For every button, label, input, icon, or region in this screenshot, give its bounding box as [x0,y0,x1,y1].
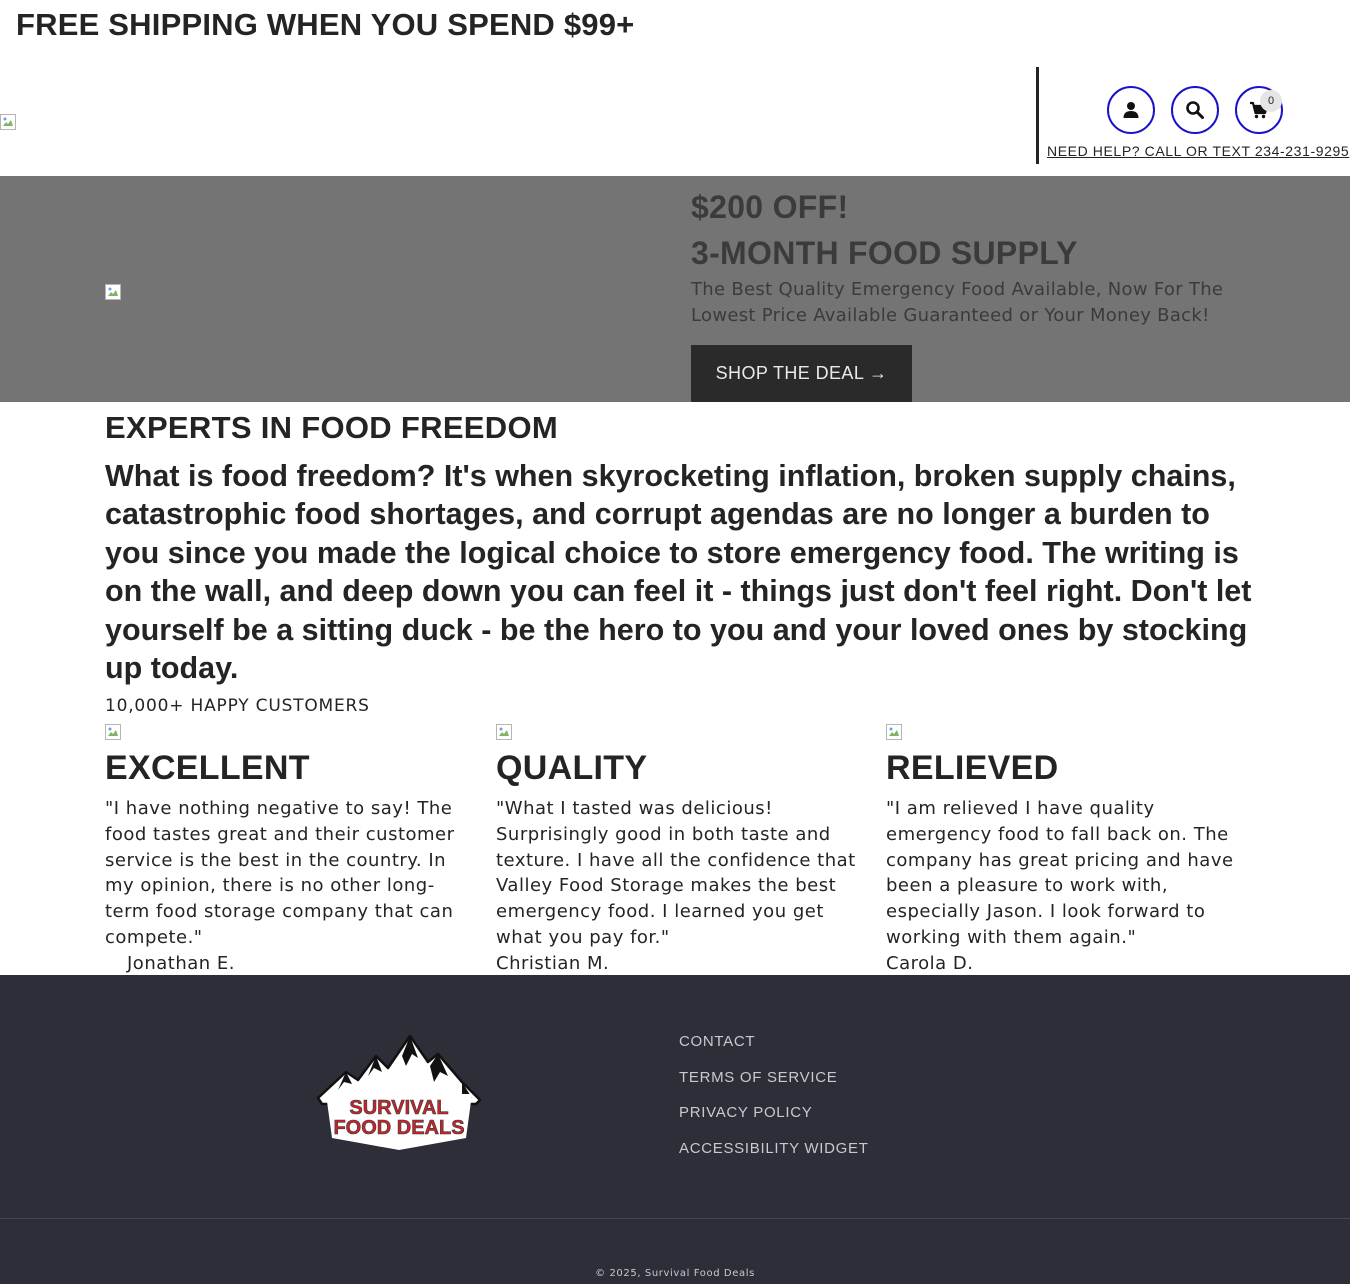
account-button[interactable] [1107,86,1155,134]
broken-logo-image-icon[interactable] [0,114,16,130]
testimonial-author: Jonathan E. [127,952,235,974]
testimonial-quote: "What I tasted was delicious! Surprising… [496,798,856,948]
survival-food-deals-logo[interactable]: SURVIVAL FOOD DEALS [316,1032,482,1152]
announcement-bar: FREE SHIPPING WHEN YOU SPEND $99+ [0,0,1350,56]
footer-link-contact[interactable]: CONTACT [679,1033,755,1050]
site-footer: SURVIVAL FOOD DEALS CONTACT TERMS OF SER… [0,975,1350,1284]
announcement-text: FREE SHIPPING WHEN YOU SPEND $99+ [16,7,635,42]
testimonial-quote: "I have nothing negative to say! The foo… [105,798,455,948]
testimonial-card: QUALITY "What I tasted was delicious! Su… [496,724,856,977]
hero-description: The Best Quality Emergency Food Availabl… [691,279,1224,326]
happy-customers-count: 10,000+ HAPPY CUSTOMERS [105,696,370,716]
search-button[interactable] [1171,86,1219,134]
help-phone-link[interactable]: NEED HELP? CALL OR TEXT 234-231-9295 [1047,143,1349,159]
footer-link-accessibility-widget[interactable]: ACCESSIBILITY WIDGET [679,1140,869,1157]
footer-link-privacy-policy[interactable]: PRIVACY POLICY [679,1104,812,1121]
footer-link-terms-of-service[interactable]: TERMS OF SERVICE [679,1069,837,1086]
cart-button[interactable]: 0 [1235,86,1283,134]
site-header: 0 NEED HELP? CALL OR TEXT 234-231-9295 [0,56,1350,176]
header-divider [1036,67,1039,164]
broken-testimonial-image-icon [886,724,902,740]
testimonial-card: RELIEVED "I am relieved I have quality e… [886,724,1246,977]
broken-testimonial-image-icon [105,724,121,740]
testimonial-card: EXCELLENT "I have nothing negative to sa… [105,724,465,977]
experts-heading: EXPERTS IN FOOD FREEDOM [105,410,558,445]
search-icon [1186,101,1204,119]
hero-title-line-2: 3-MONTH FOOD SUPPLY [691,235,1078,271]
testimonial-title: EXCELLENT [105,749,310,787]
account-icon [1123,102,1139,118]
hero-banner: $200 OFF! 3-MONTH FOOD SUPPLY The Best Q… [0,176,1350,402]
broken-hero-image-icon [105,284,121,300]
footer-logo-line-1: SURVIVAL [349,1097,448,1119]
testimonial-author: Christian M. [496,952,610,974]
broken-testimonial-image-icon [496,724,512,740]
hero-title: $200 OFF! 3-MONTH FOOD SUPPLY [691,184,1078,276]
hero-title-line-1: $200 OFF! [691,189,849,225]
testimonial-author: Carola D. [886,952,974,974]
shop-the-deal-button[interactable]: SHOP THE DEAL → [691,345,912,402]
testimonial-title: QUALITY [496,749,648,787]
copyright-text: © 2025, Survival Food Deals [595,1268,755,1279]
footer-logo-line-2: FOOD DEALS [333,1117,464,1139]
experts-body-text: What is food freedom? It's when skyrocke… [105,459,1252,686]
footer-divider [0,1218,1350,1219]
testimonial-title: RELIEVED [886,749,1059,787]
cart-count-badge: 0 [1260,90,1282,112]
footer-nav: CONTACT TERMS OF SERVICE PRIVACY POLICY … [679,1031,869,1173]
testimonial-quote: "I am relieved I have quality emergency … [886,798,1234,948]
